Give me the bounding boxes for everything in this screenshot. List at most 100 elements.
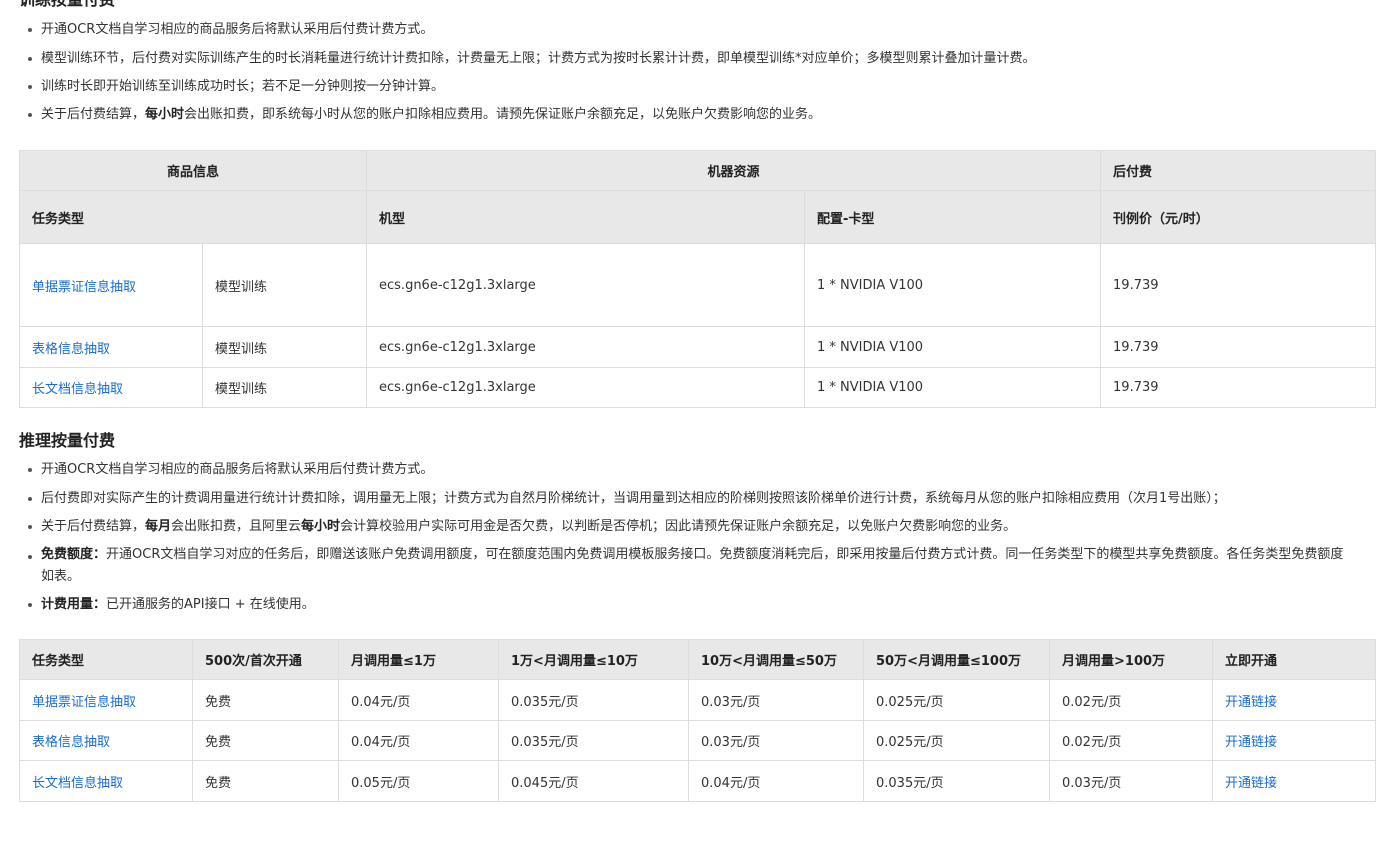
activate-cell: 开通链接: [1212, 720, 1376, 761]
tier-2-cell: 0.035元/页: [498, 679, 689, 721]
activate-link[interactable]: 开通链接: [1225, 735, 1277, 750]
bullet-text: 训练时长即开始训练至训练成功时长；若不足一分钟则按一分钟计算。: [41, 79, 445, 94]
type-cell: 模型训练: [201, 367, 368, 408]
bullet-item: 训练时长即开始训练至训练成功时长；若不足一分钟则按一分钟计算。: [19, 73, 1375, 101]
header-tier-5: 月调用量>100万: [1049, 639, 1213, 680]
task-cell: 单据票证信息抽取: [19, 679, 193, 721]
training-price-table: 商品信息 机器资源 后付费 任务类型 机型 配置-卡型 刊例价（元/时） 单据票…: [18, 150, 1377, 408]
tier-5-cell: 0.02元/页: [1049, 679, 1213, 721]
bullet-dot: [28, 85, 32, 89]
task-link[interactable]: 单据票证信息抽取: [32, 280, 136, 295]
activate-cell: 开通链接: [1212, 679, 1376, 721]
task-link[interactable]: 长文档信息抽取: [32, 776, 123, 791]
bullet-item: 开通OCR文档自学习相应的商品服务后将默认采用后付费计费方式。: [19, 456, 1375, 484]
bullet-text: 开通OCR文档自学习相应的商品服务后将默认采用后付费计费方式。: [41, 22, 434, 37]
group-header-product: 商品信息: [18, 150, 368, 191]
machine-cell: ecs.gn6e-c12g1.3xlarge: [366, 367, 806, 408]
bullet-bold: 每月: [145, 519, 172, 534]
bullet-text: 会出账扣费，即系统每小时从您的账户扣除相应费用。请预先保证账户余额充足，以免账户…: [184, 107, 822, 122]
config-cell: 1 * NVIDIA V100: [804, 326, 1102, 368]
tier-1-cell: 0.04元/页: [338, 679, 499, 721]
bullet-text: 模型训练环节，后付费对实际训练产生的时长消耗量进行统计计费扣除，计费量无上限；计…: [41, 51, 1036, 66]
content: 训练按量付费 开通OCR文档自学习相应的商品服务后将默认采用后付费计费方式。 模…: [18, 0, 1377, 802]
bullet-text: 关于后付费结算，: [41, 107, 146, 122]
activate-link[interactable]: 开通链接: [1225, 776, 1277, 791]
table-group-header-row: 商品信息 机器资源 后付费: [18, 150, 1377, 191]
activate-cell: 开通链接: [1212, 760, 1376, 802]
bullet-item: 关于后付费结算，每月会出账扣费，且阿里云每小时会计算校验用户实际可用金是否欠费，…: [19, 513, 1375, 541]
bullet-dot: [28, 603, 32, 607]
task-link[interactable]: 表格信息抽取: [32, 735, 110, 750]
header-list-price: 刊例价（元/时）: [1100, 190, 1377, 244]
table-row: 表格信息抽取 模型训练 ecs.gn6e-c12g1.3xlarge 1 * N…: [19, 326, 1377, 368]
bullet-item: 免费额度：开通OCR文档自学习对应的任务后，即赠送该账户免费调用额度，可在额度范…: [19, 541, 1375, 591]
tier-4-cell: 0.025元/页: [863, 720, 1050, 761]
bullet-item: 计费用量：已开通服务的API接口 + 在线使用。: [19, 591, 1375, 619]
tier-3-cell: 0.03元/页: [688, 679, 864, 721]
tier-2-cell: 0.035元/页: [498, 720, 689, 761]
bullet-dot: [28, 28, 32, 32]
bullet-dot: [28, 497, 32, 501]
free-cell: 免费: [192, 720, 339, 761]
table-row: 长文档信息抽取 免费 0.05元/页 0.045元/页 0.04元/页 0.03…: [19, 760, 1376, 802]
bullet-dot: [28, 468, 32, 472]
task-cell: 表格信息抽取: [19, 326, 203, 368]
bullet-text: 关于后付费结算，: [41, 519, 146, 534]
type-cell: 模型训练: [201, 326, 368, 368]
table-row: 单据票证信息抽取 模型训练 ecs.gn6e-c12g1.3xlarge 1 *…: [19, 243, 1377, 327]
bullet-text: 会出账扣费，且阿里云: [171, 519, 302, 534]
tier-4-cell: 0.035元/页: [863, 760, 1050, 802]
section-title-training: 训练按量付费: [19, 0, 1375, 12]
activate-link[interactable]: 开通链接: [1225, 695, 1277, 710]
header-tier-1: 月调用量≤1万: [338, 639, 499, 680]
header-config: 配置-卡型: [804, 190, 1102, 244]
header-task-type: 任务类型: [18, 190, 368, 244]
task-link[interactable]: 表格信息抽取: [32, 342, 110, 357]
bullet-text: 已开通服务的API接口 + 在线使用。: [106, 597, 315, 612]
config-cell: 1 * NVIDIA V100: [804, 243, 1102, 327]
task-link[interactable]: 长文档信息抽取: [32, 382, 123, 397]
bullet-bold: 每小时: [301, 519, 341, 534]
tier-5-cell: 0.02元/页: [1049, 720, 1213, 761]
tier-1-cell: 0.05元/页: [338, 760, 499, 802]
free-cell: 免费: [192, 679, 339, 721]
header-machine-type: 机型: [366, 190, 806, 244]
header-tier-2: 1万<月调用量≤10万: [498, 639, 689, 680]
bullet-dot: [28, 113, 32, 117]
table-row: 表格信息抽取 免费 0.04元/页 0.035元/页 0.03元/页 0.025…: [19, 720, 1376, 761]
header-activate: 立即开通: [1212, 639, 1376, 680]
machine-cell: ecs.gn6e-c12g1.3xlarge: [366, 326, 806, 368]
table-header-row: 任务类型 500次/首次开通 月调用量≤1万 1万<月调用量≤10万 10万<月…: [19, 639, 1376, 680]
group-header-machine: 机器资源: [366, 150, 1102, 191]
task-cell: 表格信息抽取: [19, 720, 193, 761]
task-cell: 长文档信息抽取: [19, 760, 193, 802]
machine-cell: ecs.gn6e-c12g1.3xlarge: [366, 243, 806, 327]
tier-4-cell: 0.025元/页: [863, 679, 1050, 721]
tier-3-cell: 0.04元/页: [688, 760, 864, 802]
tier-3-cell: 0.03元/页: [688, 720, 864, 761]
training-bullets: 开通OCR文档自学习相应的商品服务后将默认采用后付费计费方式。 模型训练环节，后…: [19, 16, 1375, 129]
bullet-text: 后付费即对实际产生的计费调用量进行统计计费扣除，调用量无上限；计费方式为自然月阶…: [41, 491, 1226, 506]
type-cell: 模型训练: [201, 243, 368, 327]
config-cell: 1 * NVIDIA V100: [804, 367, 1102, 408]
task-link[interactable]: 单据票证信息抽取: [32, 695, 136, 710]
tier-2-cell: 0.045元/页: [498, 760, 689, 802]
bullet-bold: 计费用量：: [41, 597, 107, 612]
bullet-dot: [28, 525, 32, 529]
table-row: 单据票证信息抽取 免费 0.04元/页 0.035元/页 0.03元/页 0.0…: [19, 679, 1376, 721]
bullet-dot: [28, 555, 32, 559]
task-cell: 长文档信息抽取: [19, 367, 203, 408]
tier-1-cell: 0.04元/页: [338, 720, 499, 761]
header-tier-3: 10万<月调用量≤50万: [688, 639, 864, 680]
bullet-item: 开通OCR文档自学习相应的商品服务后将默认采用后付费计费方式。: [19, 16, 1375, 44]
bullet-text: 开通OCR文档自学习对应的任务后，即赠送该账户免费调用额度，可在额度范围内免费调…: [41, 547, 1344, 584]
tier-5-cell: 0.03元/页: [1049, 760, 1213, 802]
price-cell: 19.739: [1100, 367, 1377, 408]
inference-price-table: 任务类型 500次/首次开通 月调用量≤1万 1万<月调用量≤10万 10万<月…: [19, 639, 1376, 802]
inference-bullets: 开通OCR文档自学习相应的商品服务后将默认采用后付费计费方式。 后付费即对实际产…: [19, 456, 1375, 619]
header-task-type: 任务类型: [19, 639, 193, 680]
section-title-inference: 推理按量付费: [19, 431, 116, 450]
bullet-item: 模型训练环节，后付费对实际训练产生的时长消耗量进行统计计费扣除，计费量无上限；计…: [19, 44, 1375, 73]
bullet-item: 后付费即对实际产生的计费调用量进行统计计费扣除，调用量无上限；计费方式为自然月阶…: [19, 484, 1375, 513]
price-cell: 19.739: [1100, 326, 1377, 368]
